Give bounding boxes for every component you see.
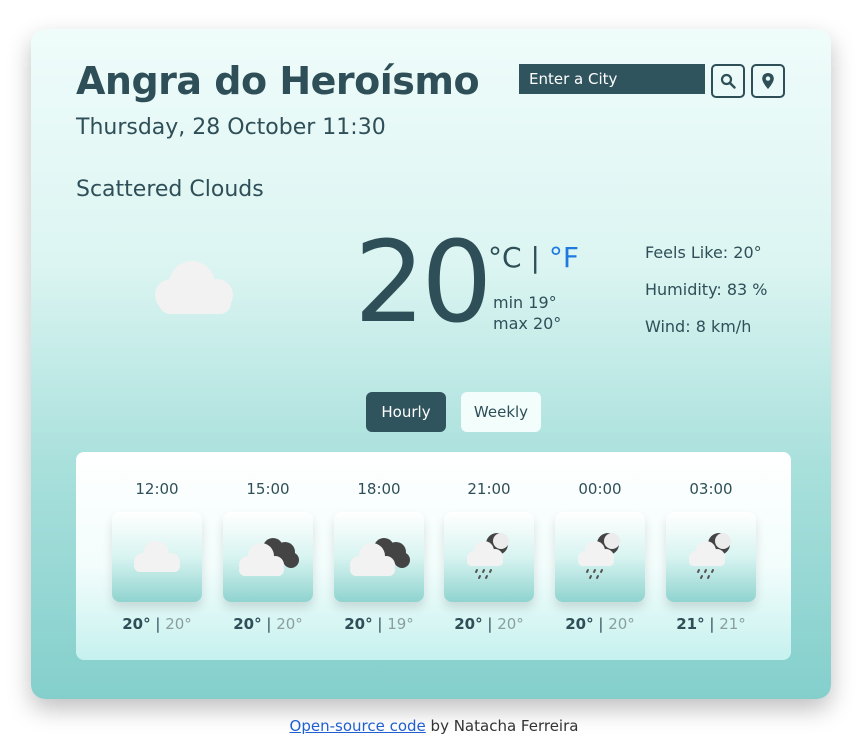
forecast-time: 12:00 (135, 480, 179, 498)
broken-clouds-icon (239, 538, 299, 576)
night-rain-icon (689, 533, 731, 579)
city-search-input[interactable] (519, 64, 705, 94)
night-rain-icon (467, 533, 509, 579)
forecast-low: 20° (276, 615, 303, 633)
forecast-item: 18:00 20° | 19° (334, 452, 424, 633)
forecast-low: 20° (608, 615, 635, 633)
forecast-low: 21° (719, 615, 746, 633)
weather-description: Scattered Clouds (76, 177, 264, 202)
forecast-item: 00:00 20° | 20° (555, 452, 645, 633)
wind: Wind: 8 km/h (645, 317, 752, 336)
forecast-high: 20° (233, 615, 262, 633)
forecast-item: 21:00 20° | 20° (444, 452, 534, 633)
hourly-forecast: 12:00 20° | 20° 15:00 20° | 20° 18:00 20… (76, 452, 791, 660)
forecast-temps: 20° | 20° (565, 615, 635, 633)
search-icon (720, 73, 736, 89)
forecast-icon-tile (555, 512, 645, 602)
source-code-link[interactable]: Open-source code (290, 717, 426, 735)
broken-clouds-icon (350, 538, 410, 576)
forecast-tabs: Hourly Weekly (366, 392, 541, 432)
forecast-low: 20° (497, 615, 524, 633)
forecast-item: 12:00 20° | 20° (112, 452, 202, 633)
forecast-high: 20° (122, 615, 151, 633)
forecast-high: 20° (344, 615, 373, 633)
forecast-time: 18:00 (357, 480, 401, 498)
fahrenheit-link[interactable]: °F (549, 241, 579, 274)
forecast-low: 19° (387, 615, 414, 633)
current-location-button[interactable] (751, 64, 785, 98)
date-time: Thursday, 28 October 11:30 (76, 115, 386, 140)
forecast-time: 03:00 (689, 480, 733, 498)
forecast-icon-tile (223, 512, 313, 602)
footer: Open-source code by Natacha Ferreira (0, 717, 868, 735)
forecast-temps: 20° | 20° (233, 615, 303, 633)
search-form (519, 64, 785, 98)
min-max-temperature: min 19° max 20° (493, 292, 561, 334)
forecast-temps: 20° | 20° (122, 615, 192, 633)
forecast-icon-tile (666, 512, 756, 602)
location-pin-icon (762, 73, 774, 89)
forecast-icon-tile (444, 512, 534, 602)
forecast-icon-tile (334, 512, 424, 602)
unit-separator: | (530, 241, 540, 274)
cloud-icon (155, 261, 233, 314)
max-temperature: max 20° (493, 314, 562, 333)
footer-credit: by Natacha Ferreira (425, 717, 579, 735)
forecast-time: 21:00 (467, 480, 511, 498)
forecast-item: 15:00 20° | 20° (223, 452, 313, 633)
forecast-temps: 20° | 19° (344, 615, 414, 633)
forecast-high: 20° (454, 615, 483, 633)
min-temperature: min 19° (493, 293, 557, 312)
tab-hourly[interactable]: Hourly (366, 392, 446, 432)
forecast-time: 15:00 (246, 480, 290, 498)
forecast-item: 03:00 21° | 21° (666, 452, 756, 633)
forecast-temps: 20° | 20° (454, 615, 524, 633)
night-rain-icon (578, 533, 620, 579)
current-temperature: 20 (354, 218, 493, 348)
forecast-temps: 21° | 21° (676, 615, 746, 633)
forecast-icon-tile (112, 512, 202, 602)
weather-card: Angra do Heroísmo Thursday, 28 October 1… (31, 29, 831, 699)
forecast-high: 21° (676, 615, 705, 633)
feels-like: Feels Like: 20° (645, 243, 762, 262)
forecast-low: 20° (165, 615, 192, 633)
city-name: Angra do Heroísmo (76, 59, 480, 103)
tab-weekly[interactable]: Weekly (461, 392, 541, 432)
humidity: Humidity: 83 % (645, 280, 768, 299)
search-button[interactable] (711, 64, 745, 98)
forecast-time: 00:00 (578, 480, 622, 498)
cloud-icon (134, 541, 180, 572)
celsius-unit: °C (488, 241, 522, 274)
forecast-high: 20° (565, 615, 594, 633)
unit-toggle: °C | °F (488, 241, 579, 274)
weather-details: Feels Like: 20° Humidity: 83 % Wind: 8 k… (645, 243, 768, 354)
